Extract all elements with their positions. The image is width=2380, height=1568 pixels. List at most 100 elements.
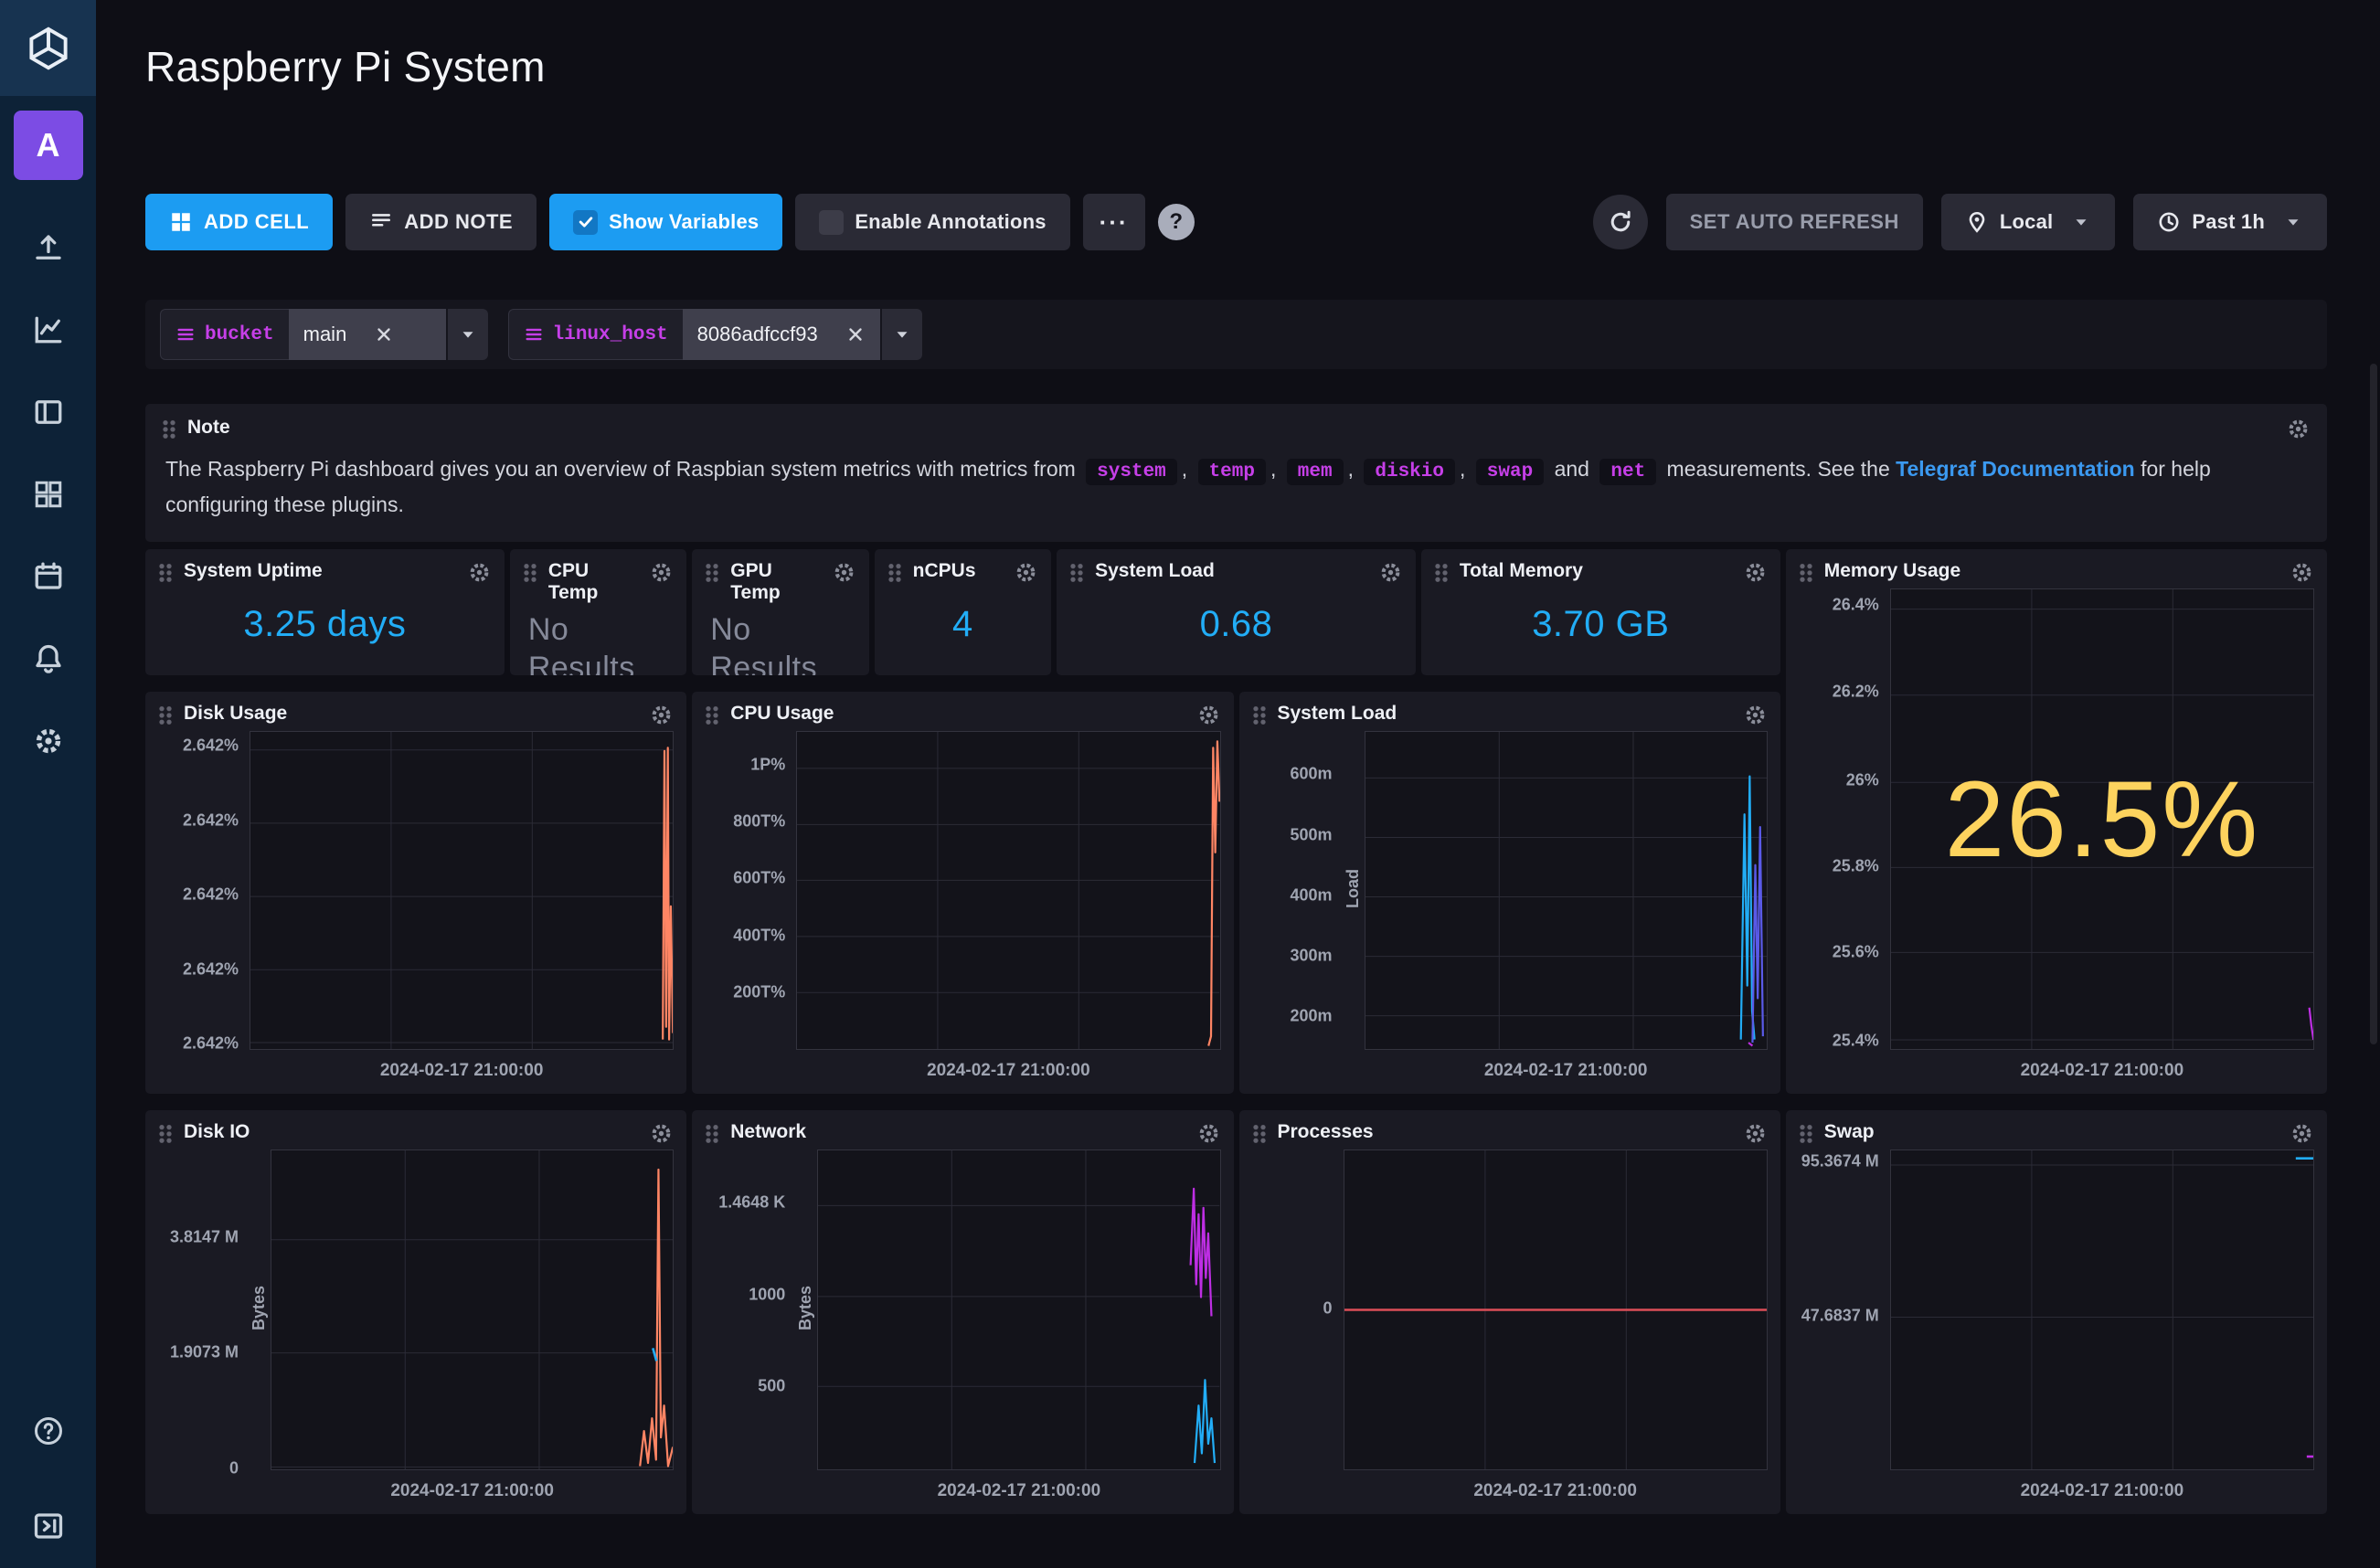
variable-value: 8086adfccf93 [697,323,818,346]
no-results-message: No Results [523,605,674,676]
add-note-button[interactable]: ADD NOTE [345,194,537,250]
cell-title: Processes [1278,1121,1374,1143]
plot-area[interactable] [271,1150,674,1470]
plot-area[interactable] [1344,1150,1768,1470]
time-range-label: Past 1h [2192,210,2265,234]
drag-handle-icon[interactable] [1252,705,1267,726]
variable-value-dropdown[interactable]: main [289,309,446,360]
enable-annotations-toggle[interactable]: Enable Annotations [795,194,1069,250]
cell-gpu-temp: GPU Temp No Results [692,549,868,675]
refresh-icon [1608,209,1633,235]
org-avatar[interactable]: A [14,111,83,180]
cell-settings-gear-icon[interactable] [1196,703,1221,727]
sidebar-item-notebooks[interactable] [30,394,67,430]
dashboard-title[interactable]: Raspberry Pi System [145,42,2327,91]
chart-swap: 95.3674 M47.6837 M2024-02-17 21:00:00 [1799,1146,2314,1503]
drag-handle-icon[interactable] [158,1124,173,1144]
gear-icon [32,725,65,758]
cell-cpu-temp: CPU Temp No Results [510,549,686,675]
chart-network: Bytes1.4648 K10005002024-02-17 21:00:00 [705,1146,1220,1503]
single-stat-value: 3.70 GB [1434,585,1768,664]
variable-caret-button[interactable] [446,309,488,360]
cell-settings-gear-icon[interactable] [467,560,492,585]
chevron-down-icon [458,324,478,344]
cell-settings-gear-icon[interactable] [2290,1121,2314,1146]
cell-disk-usage: Disk Usage 2.642%2.642%2.642%2.642%2.642… [145,692,686,1094]
drag-handle-icon[interactable] [158,563,173,583]
cell-settings-gear-icon[interactable] [1743,560,1768,585]
x-axis-label: 2024-02-17 21:00:00 [271,1470,674,1503]
cell-disk-io: Disk IO Bytes3.8147 M1.9073 M02024-02-17… [145,1110,686,1514]
avatar-letter: A [37,126,60,164]
variable-label-chip[interactable]: bucket [160,309,289,360]
y-tick-label: 0 [229,1458,239,1478]
cell-settings-gear-icon[interactable] [1014,560,1038,585]
more-options-button[interactable]: ··· [1083,194,1145,250]
plot-area[interactable] [250,731,674,1050]
drag-handle-icon[interactable] [1799,563,1813,583]
drag-handle-icon[interactable] [1252,1124,1267,1144]
add-cell-button[interactable]: ADD CELL [145,194,333,250]
sidebar-item-presentation-mode[interactable] [30,1508,67,1544]
plot-area[interactable] [796,731,1220,1050]
cell-settings-gear-icon[interactable] [832,560,856,585]
time-range-dropdown[interactable]: Past 1h [2133,194,2327,250]
cells-grid-icon [169,210,193,234]
cell-settings-gear-icon[interactable] [1378,560,1403,585]
cell-settings-gear-icon[interactable] [2286,417,2311,441]
cell-settings-gear-icon[interactable] [2290,560,2314,585]
plot-area[interactable] [1890,1150,2314,1470]
cell-settings-gear-icon[interactable] [1196,1121,1221,1146]
cell-settings-gear-icon[interactable] [1743,703,1768,727]
drag-handle-icon[interactable] [887,563,902,583]
question-mark-icon[interactable]: ? [1158,204,1195,240]
ellipsis-icon: ··· [1100,208,1129,237]
clear-x-icon[interactable] [374,324,394,344]
drag-handle-icon[interactable] [705,1124,719,1144]
sidebar-item-settings[interactable] [30,723,67,759]
dashboard-toolbar: ADD CELL ADD NOTE Show Variables Enable … [145,194,2327,250]
present-icon [32,1510,65,1542]
variable-value-dropdown[interactable]: 8086adfccf93 [683,309,880,360]
variable-label-chip[interactable]: linux_host [508,309,683,360]
y-axis-ticks: 0 [1252,1146,1344,1470]
sidebar-item-help[interactable] [30,1413,67,1449]
refresh-button[interactable] [1593,195,1648,249]
scrollbar-thumb[interactable] [2370,364,2377,1044]
drag-handle-icon[interactable] [162,419,176,440]
cell-settings-gear-icon[interactable] [649,560,674,585]
drag-handle-icon[interactable] [523,563,537,583]
influxdata-logo[interactable] [0,0,96,96]
drag-handle-icon[interactable] [1799,1124,1813,1144]
cell-settings-gear-icon[interactable] [649,703,674,727]
variable-caret-button[interactable] [880,309,922,360]
sidebar-item-data-explorer[interactable] [30,312,67,348]
note-text-segment: , [1460,457,1472,481]
plot-area[interactable] [1365,731,1768,1050]
cell-title: Note [187,417,230,439]
timezone-dropdown[interactable]: Local [1941,194,2115,250]
sidebar-item-dashboards[interactable] [30,476,67,513]
y-tick-label: 26.2% [1833,683,1879,702]
show-variables-toggle[interactable]: Show Variables [549,194,782,250]
drag-handle-icon[interactable] [1069,563,1084,583]
cell-note: Note The Raspberry Pi dashboard gives yo… [145,404,2327,542]
sidebar-item-tasks[interactable] [30,558,67,595]
telegraf-documentation-link[interactable]: Telegraf Documentation [1896,457,2135,481]
drag-handle-icon[interactable] [1434,563,1449,583]
metric-tag: mem [1287,459,1344,485]
plot-area[interactable]: 26.5% [1890,588,2314,1050]
cell-settings-gear-icon[interactable] [1743,1121,1768,1146]
cell-title: Disk IO [184,1121,250,1143]
drag-handle-icon[interactable] [705,563,719,583]
drag-handle-icon[interactable] [158,705,173,726]
plot-area[interactable] [817,1150,1220,1470]
cell-settings-gear-icon[interactable] [649,1121,674,1146]
x-axis-label: 2024-02-17 21:00:00 [796,1050,1220,1083]
drag-handle-icon[interactable] [705,705,719,726]
y-axis-ticks: 1P%800T%600T%400T%200T% [705,727,796,1050]
sidebar-item-load-data[interactable] [30,229,67,266]
clear-x-icon[interactable] [845,324,866,344]
sidebar-item-alerts[interactable] [30,641,67,677]
set-auto-refresh-button[interactable]: SET AUTO REFRESH [1666,194,1923,250]
